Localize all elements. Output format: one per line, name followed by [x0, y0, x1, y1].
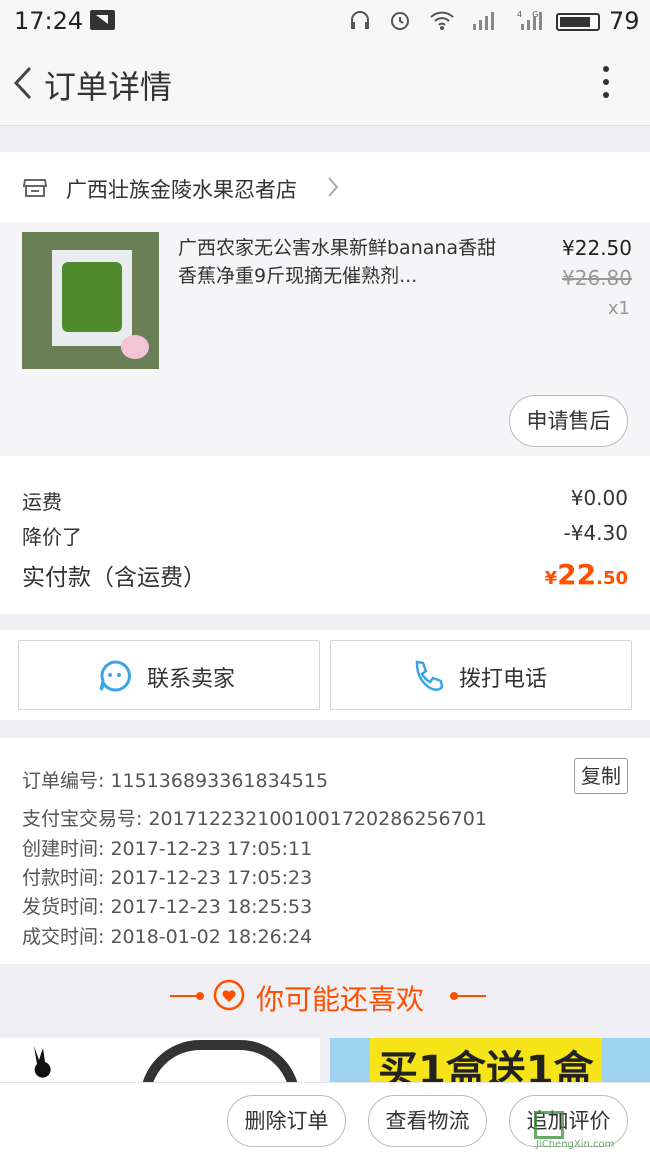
- product-original-price: ¥26.80: [562, 266, 632, 290]
- headset-icon: [351, 11, 369, 29]
- product-quantity: x1: [607, 298, 630, 319]
- watermark-text: JiChengXin.com: [536, 1139, 615, 1150]
- discount-row: 降价了 -¥4.30: [22, 521, 628, 550]
- contact-seller-button[interactable]: 联系卖家: [18, 640, 320, 710]
- bottom-action-bar: 删除订单 查看物流 追加评价 JiChengXin.com: [0, 1082, 650, 1155]
- more-icon[interactable]: [596, 66, 616, 102]
- notification-icon: [90, 10, 115, 30]
- recommend-banner: 你可能还喜欢: [0, 964, 650, 1028]
- recommend-heading: 你可能还喜欢: [256, 983, 425, 1016]
- order-number: 订单编号: 115136893361834515: [22, 770, 329, 792]
- svg-text:4G: 4G: [517, 10, 547, 19]
- product-image[interactable]: [22, 232, 159, 369]
- alipay-number: 支付宝交易号: 2017122321001001720286256701: [22, 808, 487, 830]
- dot-left: [196, 992, 204, 1000]
- fee-summary: 运费 ¥0.00 降价了 -¥4.30 实付款（含运费） ¥22.50: [0, 456, 650, 614]
- shipping-value: ¥0.00: [570, 486, 628, 510]
- shipping-label: 运费: [22, 490, 62, 514]
- back-icon[interactable]: [10, 64, 40, 102]
- shipped-time: 发货时间: 2017-12-23 18:25:53: [22, 896, 313, 918]
- battery-level: 79: [609, 7, 640, 35]
- completed-time: 成交时间: 2018-01-02 18:26:24: [22, 926, 313, 948]
- after-sale-button[interactable]: 申请售后: [509, 395, 628, 447]
- product-title[interactable]: 广西农家无公害水果新鲜banana香甜香蕉净重9斤现摘无催熟剂...: [178, 234, 498, 290]
- total-row: 实付款（含运费） ¥22.50: [22, 558, 628, 592]
- contact-seller-label: 联系卖家: [147, 667, 236, 692]
- chat-icon: [99, 660, 131, 692]
- order-item[interactable]: 广西农家无公害水果新鲜banana香甜香蕉净重9斤现摘无催熟剂... ¥22.5…: [0, 222, 650, 456]
- delete-order-button[interactable]: 删除订单: [227, 1095, 346, 1147]
- view-logistics-button[interactable]: 查看物流: [368, 1095, 487, 1147]
- bunny-logo-icon: [34, 1046, 51, 1078]
- watermark-logo-icon: [534, 1111, 564, 1139]
- status-time: 17:24: [14, 7, 84, 35]
- copy-button[interactable]: 复制: [574, 758, 628, 794]
- contact-actions: 联系卖家 拨打电话: [0, 630, 650, 720]
- created-time: 创建时间: 2017-12-23 17:05:11: [22, 838, 313, 860]
- call-phone-label: 拨打电话: [459, 667, 548, 692]
- alarm-icon: [391, 12, 410, 30]
- divider-right: [456, 995, 486, 997]
- chevron-right-icon: [328, 177, 339, 197]
- heart-icon: [213, 979, 245, 1011]
- total-label: 实付款（含运费）: [22, 565, 206, 591]
- total-value: ¥22.50: [544, 558, 628, 591]
- phone-icon: [415, 660, 444, 691]
- signal-icon: [473, 12, 495, 30]
- product-price: ¥22.50: [562, 236, 632, 260]
- shipping-row: 运费 ¥0.00: [22, 486, 628, 515]
- battery-icon: [556, 13, 600, 31]
- nav-bar: 订单详情: [0, 42, 650, 126]
- page-title: 订单详情: [44, 68, 173, 106]
- shop-name: 广西壮族金陵水果忍者店: [66, 178, 297, 202]
- store-icon: [22, 179, 48, 197]
- signal-4g-icon: 4G: [517, 10, 547, 30]
- order-info: 订单编号: 115136893361834515 复制 支付宝交易号: 2017…: [0, 738, 650, 964]
- status-bar: 17:24 4G 79: [0, 0, 650, 42]
- discount-label: 降价了: [22, 525, 82, 549]
- call-phone-button[interactable]: 拨打电话: [330, 640, 632, 710]
- watermark: JiChengXin.com: [534, 1111, 644, 1150]
- discount-value: -¥4.30: [563, 521, 628, 545]
- paid-time: 付款时间: 2017-12-23 17:05:23: [22, 867, 313, 889]
- shop-row[interactable]: 广西壮族金陵水果忍者店: [0, 152, 650, 222]
- wifi-icon: [430, 11, 454, 30]
- status-icons: 4G: [348, 8, 547, 37]
